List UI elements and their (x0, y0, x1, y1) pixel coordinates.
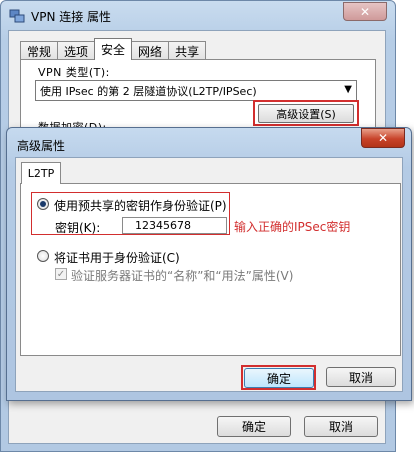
vpn-window-titlebar: VPN 连接 属性 (9, 7, 111, 25)
verify-server-cert-label: 验证服务器证书的“名称”和“用法”属性(V) (71, 269, 294, 283)
tab-l2tp[interactable]: L2TP (21, 162, 61, 184)
tab-sharing[interactable]: 共享 (168, 41, 207, 60)
psk-option-label: 使用预共享的密钥作身份验证(P) (54, 199, 227, 213)
network-connection-icon (9, 9, 25, 23)
advanced-cancel-button[interactable]: 取消 (326, 367, 396, 387)
vpn-window-close-button[interactable]: ✕ (343, 2, 387, 21)
close-icon: ✕ (377, 131, 389, 145)
psk-radio[interactable] (37, 198, 49, 210)
annotation-text: 输入正确的IPSec密钥 (234, 220, 351, 234)
certificate-option-label: 将证书用于身份验证(C) (54, 251, 180, 265)
vpn-tab-strip: 常规 选项 安全 网络 共享 (20, 38, 207, 60)
vpn-cancel-button[interactable]: 取消 (304, 416, 378, 437)
advanced-dialog-close-button[interactable]: ✕ (361, 128, 405, 148)
key-label: 密钥(K): (55, 221, 101, 235)
advanced-ok-button[interactable]: 确定 (244, 368, 314, 388)
ok-button-highlight: 确定 (241, 365, 316, 390)
vpn-window-title: VPN 连接 属性 (31, 9, 112, 24)
tab-options[interactable]: 选项 (57, 41, 96, 60)
tab-security[interactable]: 安全 (94, 38, 133, 60)
chevron-down-icon: ▼ (344, 84, 352, 95)
vpn-type-select[interactable]: 使用 IPsec 的第 2 层隧道协议(L2TP/IPSec) ▼ (35, 80, 357, 101)
close-icon: ✕ (359, 4, 371, 19)
vpn-ok-button[interactable]: 确定 (217, 416, 291, 437)
key-input[interactable]: 12345678 (122, 217, 227, 234)
advanced-dialog-title: 高级属性 (17, 139, 66, 153)
certificate-radio[interactable] (37, 250, 49, 262)
tab-general[interactable]: 常规 (20, 41, 59, 60)
checkmark-icon: ✓ (56, 269, 66, 280)
vpn-type-label: VPN 类型(T): (38, 66, 110, 79)
vpn-type-value: 使用 IPsec 的第 2 层隧道协议(L2TP/IPSec) (40, 84, 257, 98)
verify-server-cert-checkbox[interactable]: ✓ (55, 268, 67, 280)
tab-networking[interactable]: 网络 (131, 41, 170, 60)
advanced-settings-highlight: 高级设置(S) (253, 100, 359, 126)
advanced-settings-button[interactable]: 高级设置(S) (258, 104, 354, 123)
